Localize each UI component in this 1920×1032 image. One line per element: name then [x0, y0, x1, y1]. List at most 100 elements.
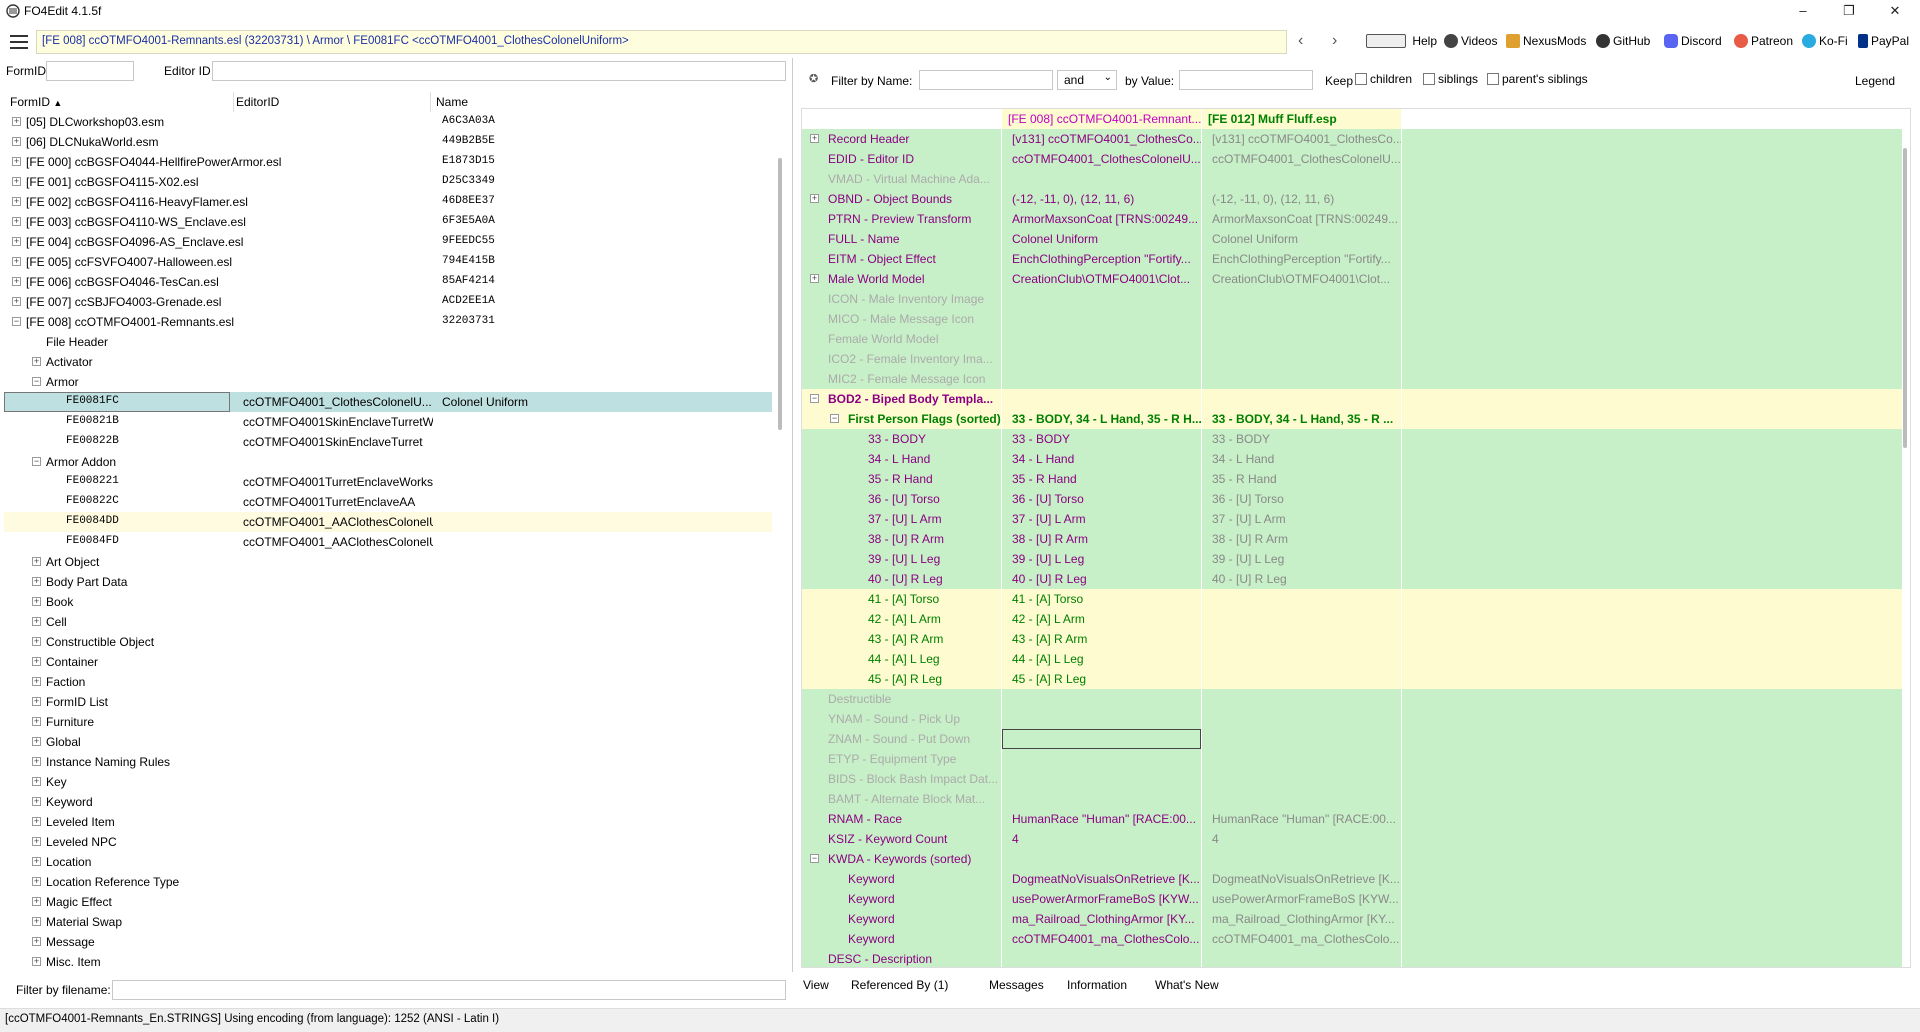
- tree-row[interactable]: + Leveled Item: [4, 812, 772, 832]
- grid-row[interactable]: 40 - [U] R Leg 40 - [U] R Leg 40 - [U] R L…: [802, 569, 1902, 589]
- tree-row[interactable]: + Global: [4, 732, 772, 752]
- tree-row[interactable]: + [05] DLCworkshop03.esm A6C3A03A: [4, 112, 772, 132]
- grid-scrollbar[interactable]: [1903, 148, 1907, 448]
- column-header-muff-fluff[interactable]: [FE 012] Muff Fluff.esp: [1202, 109, 1401, 129]
- grid-row[interactable]: EITM - Object Effect EnchClothingPercepti…: [802, 249, 1902, 269]
- paypal-link[interactable]: PayPal: [1858, 34, 1909, 48]
- tab-referenced-by[interactable]: Referenced By (1): [851, 978, 948, 992]
- expand-icon[interactable]: +: [12, 117, 21, 126]
- tree-row[interactable]: + Faction: [4, 672, 772, 692]
- grid-row[interactable]: RNAM - Race HumanRace "Human" [RACE:00...…: [802, 809, 1902, 829]
- grid-row[interactable]: DESC - Description: [802, 949, 1902, 967]
- collapse-icon[interactable]: −: [830, 414, 839, 423]
- tree-row[interactable]: FE00821B ccOTMFO4001SkinEnclaveTurretWork…: [4, 412, 772, 432]
- expand-icon[interactable]: +: [32, 677, 41, 686]
- expand-icon[interactable]: +: [12, 217, 21, 226]
- kofi-link[interactable]: Ko-Fi: [1802, 34, 1848, 48]
- tree-row[interactable]: − Armor Addon: [4, 452, 772, 472]
- expand-icon[interactable]: +: [32, 637, 41, 646]
- grid-row[interactable]: PTRN - Preview Transform ArmorMaxsonCoat …: [802, 209, 1902, 229]
- forward-arrow-icon[interactable]: ›: [1332, 32, 1337, 50]
- grid-row[interactable]: FULL - Name Colonel Uniform Colonel Unifor…: [802, 229, 1902, 249]
- expand-icon[interactable]: +: [12, 257, 21, 266]
- expand-icon[interactable]: +: [32, 837, 41, 846]
- grid-row[interactable]: 33 - BODY 33 - BODY 33 - BODY: [802, 429, 1902, 449]
- tree-row[interactable]: + [FE 007] ccSBJFO4003-Grenade.esl ACD2EE1…: [4, 292, 772, 312]
- expand-icon[interactable]: +: [32, 717, 41, 726]
- expand-icon[interactable]: +: [32, 617, 41, 626]
- videos-link[interactable]: Videos: [1444, 34, 1497, 48]
- discord-link[interactable]: Discord: [1664, 34, 1722, 48]
- tree-row[interactable]: + Key: [4, 772, 772, 792]
- collapse-icon[interactable]: −: [32, 457, 41, 466]
- grid-row[interactable]: 35 - R Hand 35 - R Hand 35 - R Hand: [802, 469, 1902, 489]
- editorid-input[interactable]: [212, 61, 786, 81]
- tree-row[interactable]: + Keyword: [4, 792, 772, 812]
- grid-row[interactable]: 36 - [U] Torso 36 - [U] Torso 36 - [U] Tor…: [802, 489, 1902, 509]
- tree-row[interactable]: FE008221 ccOTMFO4001TurretEnclaveWorkshop…: [4, 472, 772, 492]
- tree-row[interactable]: + [FE 006] ccBGSFO4046-TesCan.esl 85AF4214: [4, 272, 772, 292]
- column-header-name[interactable]: Name: [436, 95, 468, 109]
- expand-icon[interactable]: +: [32, 917, 41, 926]
- expand-icon[interactable]: +: [12, 237, 21, 246]
- expand-icon[interactable]: +: [32, 937, 41, 946]
- grid-row[interactable]: MIC2 - Female Message Icon: [802, 369, 1902, 389]
- expand-icon[interactable]: +: [12, 157, 21, 166]
- expand-icon[interactable]: +: [12, 297, 21, 306]
- expand-icon[interactable]: +: [810, 134, 819, 143]
- tree-row[interactable]: + [06] DLCNukaWorld.esm 449B2B5E: [4, 132, 772, 152]
- expand-icon[interactable]: +: [32, 597, 41, 606]
- tree-row[interactable]: FE0084DD ccOTMFO4001_AAClothesColonelUnif…: [4, 512, 772, 532]
- expand-icon[interactable]: +: [32, 757, 41, 766]
- filename-filter-input[interactable]: [112, 980, 786, 1000]
- grid-row[interactable]: 42 - [A] L Arm 42 - [A] L Arm: [802, 609, 1902, 629]
- tree-row[interactable]: + [FE 001] ccBGSFO4115-X02.esl D25C3349: [4, 172, 772, 192]
- grid-row[interactable]: 44 - [A] L Leg 44 - [A] L Leg: [802, 649, 1902, 669]
- expand-icon[interactable]: +: [12, 277, 21, 286]
- expand-icon[interactable]: +: [32, 877, 41, 886]
- hamburger-menu-icon[interactable]: [10, 35, 28, 49]
- tree-row[interactable]: + Instance Naming Rules: [4, 752, 772, 772]
- tree-row[interactable]: + Location Reference Type: [4, 872, 772, 892]
- filter-value-input[interactable]: [1179, 70, 1313, 90]
- grid-row[interactable]: YNAM - Sound - Pick Up: [802, 709, 1902, 729]
- tab-view[interactable]: View: [803, 978, 829, 992]
- filter-operator-select[interactable]: and ⌄: [1057, 70, 1117, 90]
- tree-row[interactable]: + Container: [4, 652, 772, 672]
- grid-row[interactable]: BAMT - Alternate Block Mat...: [802, 789, 1902, 809]
- tree-row[interactable]: + [FE 003] ccBGSFO4110-WS_Enclave.esl 6F3E…: [4, 212, 772, 232]
- grid-row[interactable]: + Male World Model CreationClub\OTMFO4001\…: [802, 269, 1902, 289]
- expand-icon[interactable]: +: [32, 777, 41, 786]
- expand-icon[interactable]: +: [32, 577, 41, 586]
- expand-icon[interactable]: +: [32, 957, 41, 966]
- column-header-formid[interactable]: FormID ▲: [10, 95, 62, 109]
- github-link[interactable]: GitHub: [1596, 34, 1650, 48]
- tree-row[interactable]: + Constructible Object: [4, 632, 772, 652]
- expand-icon[interactable]: +: [12, 197, 21, 206]
- expand-icon[interactable]: +: [32, 797, 41, 806]
- expand-icon[interactable]: +: [32, 737, 41, 746]
- grid-row[interactable]: 41 - [A] Torso 41 - [A] Torso: [802, 589, 1902, 609]
- tree-row[interactable]: + Magic Effect: [4, 892, 772, 912]
- grid-row[interactable]: 45 - [A] R Leg 45 - [A] R Leg: [802, 669, 1902, 689]
- grid-row[interactable]: EDID - Editor ID ccOTMFO4001_ClothesColon…: [802, 149, 1902, 169]
- collapse-icon[interactable]: −: [810, 854, 819, 863]
- tree-row[interactable]: + [FE 000] ccBGSFO4044-HellfirePowerArmor…: [4, 152, 772, 172]
- close-button[interactable]: ✕: [1872, 0, 1918, 22]
- pin-icon[interactable]: ✪: [809, 72, 818, 85]
- record-tree[interactable]: + [05] DLCworkshop03.esm A6C3A03A + [06] DLC…: [4, 112, 772, 970]
- grid-row[interactable]: − First Person Flags (sorted) 33 - BODY, 3…: [802, 409, 1902, 429]
- grid-row[interactable]: Keyword DogmeatNoVisualsOnRetrieve [K... D…: [802, 869, 1902, 889]
- expand-icon[interactable]: +: [12, 137, 21, 146]
- grid-row[interactable]: − KWDA - Keywords (sorted): [802, 849, 1902, 869]
- back-arrow-icon[interactable]: ‹: [1298, 32, 1303, 50]
- tree-row[interactable]: FE00822B ccOTMFO4001SkinEnclaveTurret: [4, 432, 772, 452]
- grid-row[interactable]: Female World Model: [802, 329, 1902, 349]
- grid-row[interactable]: 37 - [U] L Arm 37 - [U] L Arm 37 - [U] L A…: [802, 509, 1902, 529]
- tree-row[interactable]: + Body Part Data: [4, 572, 772, 592]
- tree-scrollbar[interactable]: [778, 158, 782, 430]
- expand-icon[interactable]: +: [32, 557, 41, 566]
- tree-row[interactable]: + Misc. Item: [4, 952, 772, 970]
- keep-children-checkbox[interactable]: children: [1355, 72, 1412, 86]
- grid-row[interactable]: Destructible: [802, 689, 1902, 709]
